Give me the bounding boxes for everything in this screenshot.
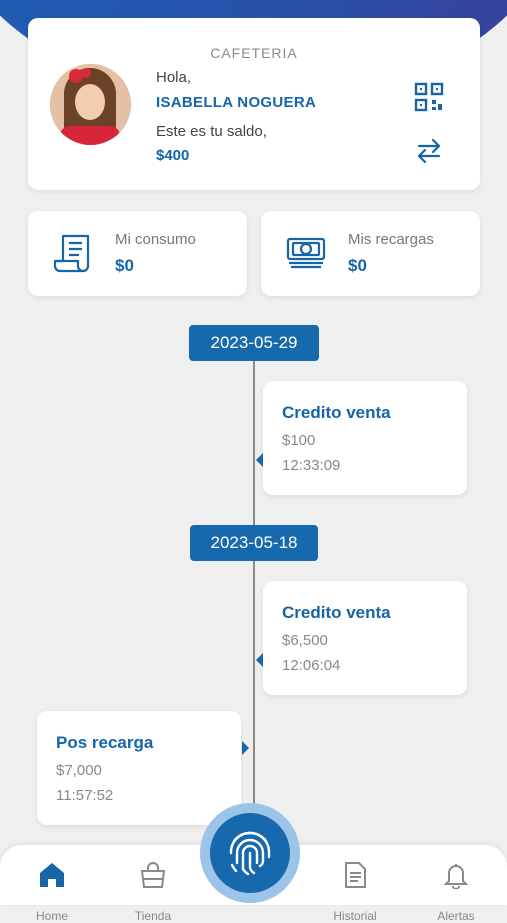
date-badge: 2023-05-29 (189, 325, 319, 361)
nav-label: Alertas (437, 909, 475, 923)
nav-tienda[interactable]: Tienda (118, 861, 188, 923)
timeline-entry[interactable]: Credito venta $6,500 12:06:04 (263, 581, 467, 695)
section-title: CAFETERIA (210, 45, 298, 61)
bell-icon (443, 864, 469, 889)
entry-title: Pos recarga (56, 733, 154, 752)
entry-title: Credito venta (282, 403, 391, 422)
avatar[interactable] (50, 64, 131, 145)
nav-home[interactable]: Home (17, 861, 87, 923)
timeline-entry[interactable]: Credito venta $100 12:33:09 (263, 381, 467, 495)
document-icon (345, 862, 366, 888)
entry-amount: $100 (282, 432, 316, 449)
entry-amount: $7,000 (56, 762, 102, 779)
entry-time: 12:06:04 (282, 657, 341, 674)
timeline-line (253, 345, 255, 825)
money-icon (285, 233, 327, 273)
nav-label: Tienda (134, 909, 172, 923)
swap-icon[interactable] (414, 136, 444, 166)
fingerprint-button-inner (210, 813, 290, 893)
receipt-icon (52, 233, 94, 273)
recargas-label: Mis recargas (348, 231, 434, 248)
date-badge: 2023-05-18 (190, 525, 318, 561)
entry-time: 11:57:52 (56, 787, 114, 804)
nav-historial[interactable]: Historial (320, 861, 390, 923)
qr-code-icon[interactable] (414, 82, 444, 112)
user-name: ISABELLA NOGUERA (156, 94, 317, 111)
balance-value: $400 (156, 147, 190, 164)
fingerprint-icon (229, 831, 271, 876)
recargas-card[interactable]: Mis recargas $0 (261, 211, 480, 296)
consumo-value: $0 (115, 256, 134, 275)
profile-card: CAFETERIA Hola, ISABELLA NOGUERA Este es… (28, 18, 480, 190)
home-icon (40, 863, 64, 887)
entry-title: Credito venta (282, 603, 391, 622)
timeline-pointer (256, 653, 263, 667)
entry-time: 12:33:09 (282, 457, 341, 474)
nav-label: Historial (333, 909, 377, 923)
balance-label: Este es tu saldo, (156, 123, 267, 140)
timeline-pointer (242, 741, 249, 755)
nav-alertas[interactable]: Alertas (421, 861, 491, 923)
entry-amount: $6,500 (282, 632, 328, 649)
consumo-label: Mi consumo (115, 231, 196, 248)
fingerprint-button[interactable] (200, 803, 300, 903)
nav-label: Home (35, 909, 68, 923)
greeting-text: Hola, (156, 69, 192, 86)
timeline-entry[interactable]: Pos recarga $7,000 11:57:52 (37, 711, 241, 825)
timeline-pointer (256, 453, 263, 467)
recargas-value: $0 (348, 256, 367, 275)
shopping-bag-icon (140, 862, 166, 888)
consumo-card[interactable]: Mi consumo $0 (28, 211, 247, 296)
